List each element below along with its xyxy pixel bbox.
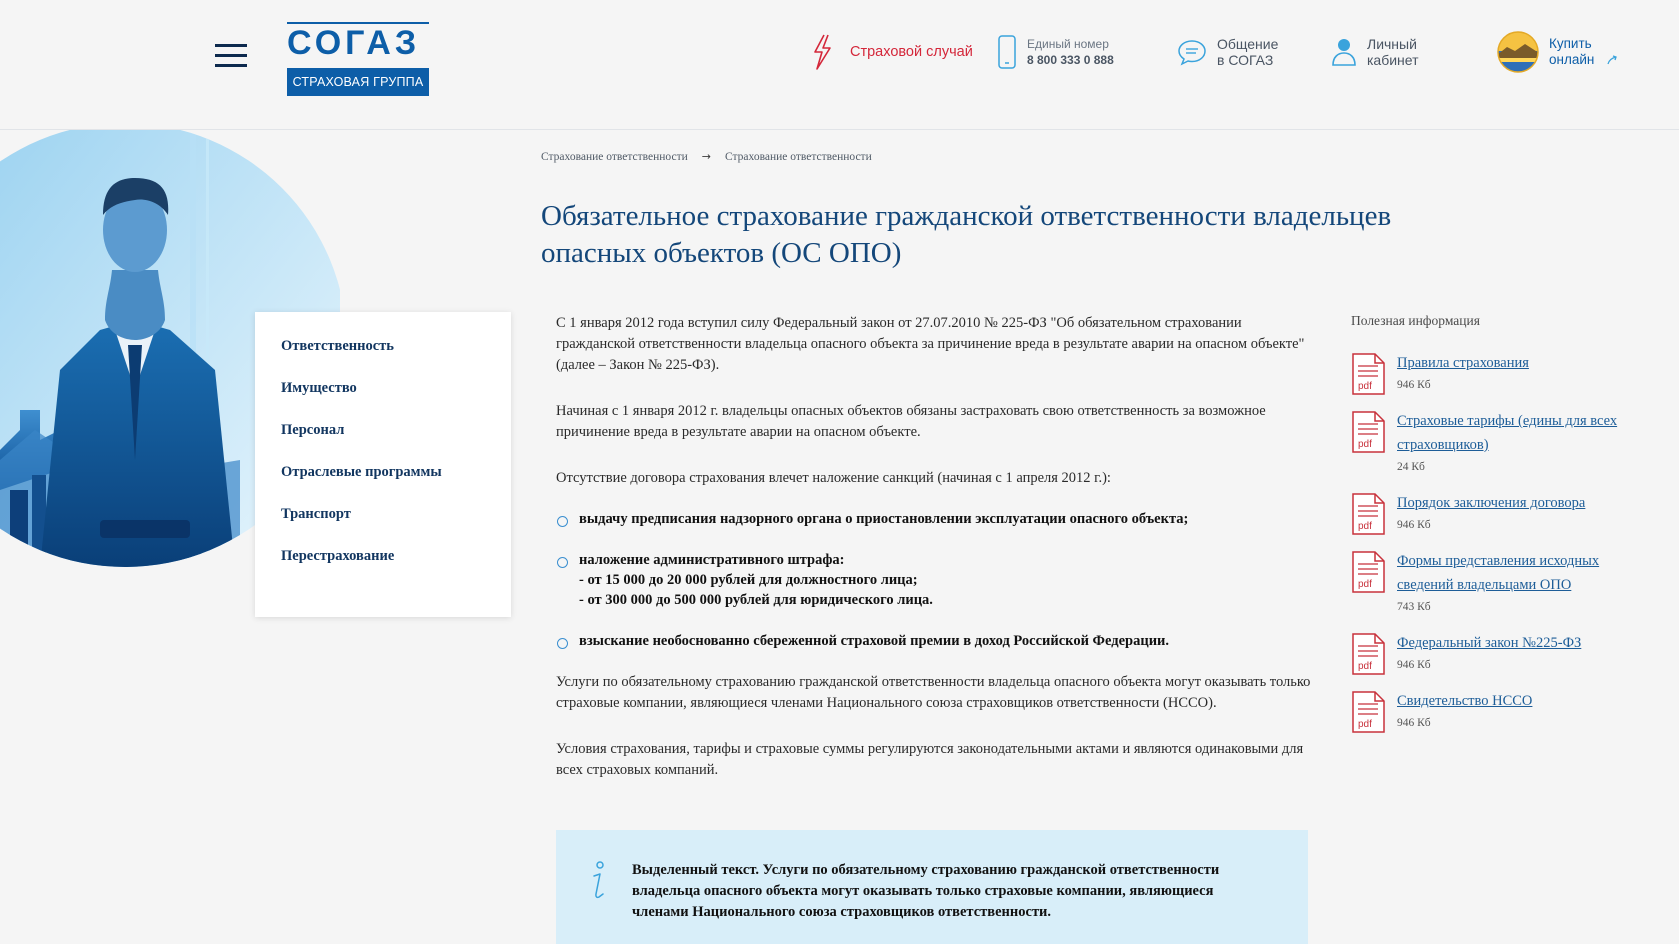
insurance-claim-link[interactable]: Страховой случай: [812, 32, 973, 72]
document-link[interactable]: Правила страхования: [1397, 351, 1641, 375]
buy-line2: онлайн: [1549, 52, 1595, 67]
breadcrumb-arrow-icon: →: [701, 150, 711, 163]
document-size: 946 Кб: [1397, 379, 1431, 391]
svg-text:pdf: pdf: [1358, 381, 1372, 392]
svg-text:pdf: pdf: [1358, 521, 1372, 532]
useful-info-panel: Полезная информация pdf Правила страхован…: [1351, 313, 1641, 747]
paragraph: Начиная с 1 января 2012 г. владельцы опа…: [556, 403, 1266, 440]
chat-icon: [1178, 40, 1206, 66]
side-menu-item-transport[interactable]: Транспорт: [255, 502, 511, 544]
main-content: С 1 января 2012 года вступил силу Федера…: [556, 313, 1316, 806]
paragraph: С 1 января 2012 года вступил силу Федера…: [556, 315, 1305, 373]
claim-label: Страховой случай: [850, 44, 973, 60]
personal-cabinet-link[interactable]: Личный кабинет: [1331, 32, 1419, 72]
phone-number: 8 800 333 0 888: [1027, 52, 1114, 67]
highlight-box: Выделенный текст. Услуги по обязательном…: [556, 830, 1308, 944]
useful-info-heading: Полезная информация: [1351, 313, 1480, 328]
side-menu-item-industry-programs[interactable]: Отраслевые программы: [255, 460, 511, 502]
svg-text:pdf: pdf: [1358, 719, 1372, 730]
document-link[interactable]: Свидетельство НССО: [1397, 689, 1641, 713]
sogaz-logo[interactable]: СОГАЗ СТРАХОВАЯ ГРУППА: [287, 22, 439, 96]
paragraph: Услуги по обязательному страхованию граж…: [556, 674, 1311, 711]
menu-icon[interactable]: [215, 44, 247, 68]
document-item: pdf Свидетельство НССО 946 Кб: [1351, 689, 1641, 733]
chat-line1: Общение: [1217, 36, 1279, 52]
side-menu-item-liability[interactable]: Ответственность: [255, 334, 511, 376]
svg-text:pdf: pdf: [1358, 661, 1372, 672]
document-link[interactable]: Федеральный закон №225-ФЗ: [1397, 631, 1641, 655]
document-item: pdf Правила страхования 946 Кб: [1351, 351, 1641, 395]
paragraph: Условия страхования, тарифы и страховые …: [556, 741, 1304, 778]
document-size: 743 Кб: [1397, 601, 1431, 613]
document-size: 24 Кб: [1397, 461, 1425, 473]
list-item: взыскание необоснованно сбереженной стра…: [556, 631, 1316, 651]
document-size: 946 Кб: [1397, 717, 1431, 729]
side-menu-item-property[interactable]: Имущество: [255, 376, 511, 418]
list-item: выдачу предписания надзорного органа о п…: [556, 509, 1316, 529]
lightning-icon: [814, 34, 831, 70]
chat-line2: в СОГАЗ: [1217, 52, 1274, 68]
document-size: 946 Кб: [1397, 519, 1431, 531]
buy-line1: Купить: [1549, 36, 1592, 51]
phone-caption: Единый номер: [1027, 36, 1109, 51]
svg-text:pdf: pdf: [1358, 579, 1372, 590]
document-item: pdf Формы представления исходных сведений…: [1351, 549, 1641, 613]
cabinet-line2: кабинет: [1367, 52, 1419, 68]
pdf-file-icon: pdf: [1352, 493, 1385, 535]
document-size: 946 Кб: [1397, 659, 1431, 671]
breadcrumb: Страхование ответственности → Страховани…: [541, 150, 872, 163]
document-link[interactable]: Страховые тарифы (едины для всех страхов…: [1397, 409, 1641, 457]
logo-subtitle: СТРАХОВАЯ ГРУППА: [287, 68, 429, 96]
side-menu: Ответственность Имущество Персонал Отрас…: [255, 312, 511, 617]
buy-online-link[interactable]: Купить онлайн: [1497, 30, 1618, 74]
sanctions-list: выдачу предписания надзорного органа о п…: [556, 509, 1316, 651]
document-link[interactable]: Формы представления исходных сведений вл…: [1397, 549, 1641, 597]
pdf-file-icon: pdf: [1352, 353, 1385, 395]
paragraph: Отсутствие договора страхования влечет н…: [556, 470, 1111, 486]
breadcrumb-item[interactable]: Страхование ответственности: [725, 151, 872, 163]
pdf-file-icon: pdf: [1352, 633, 1385, 675]
buy-online-avatar-icon: [1497, 31, 1539, 73]
svg-text:pdf: pdf: [1358, 439, 1372, 450]
phone-icon: [998, 35, 1016, 69]
pdf-file-icon: pdf: [1352, 551, 1385, 593]
document-item: pdf Федеральный закон №225-ФЗ 946 Кб: [1351, 631, 1641, 675]
list-item: наложение административного штрафа: - от…: [556, 550, 1316, 610]
highlight-text: Выделенный текст. Услуги по обязательном…: [632, 862, 1220, 920]
pdf-file-icon: pdf: [1352, 691, 1385, 733]
document-item: pdf Страховые тарифы (едины для всех стра…: [1351, 409, 1641, 473]
user-icon: [1332, 39, 1356, 66]
pdf-file-icon: pdf: [1352, 411, 1385, 453]
breadcrumb-item[interactable]: Страхование ответственности: [541, 151, 688, 163]
side-menu-item-reinsurance[interactable]: Перестрахование: [255, 544, 511, 586]
phone-link[interactable]: Единый номер 8 800 333 0 888: [997, 32, 1114, 72]
chat-link[interactable]: Общение в СОГАЗ: [1177, 32, 1278, 72]
cabinet-line1: Личный: [1367, 36, 1417, 52]
page-title: Обязательное страхование гражданской отв…: [541, 200, 1392, 269]
list-subitem: - от 15 000 до 20 000 рублей для должнос…: [579, 572, 918, 588]
side-menu-item-personnel[interactable]: Персонал: [255, 418, 511, 460]
logo-text: СОГАЗ: [287, 22, 439, 62]
site-header: СОГАЗ СТРАХОВАЯ ГРУППА Страховой случай …: [0, 0, 1679, 130]
document-item: pdf Порядок заключения договора 946 Кб: [1351, 491, 1641, 535]
list-subitem: - от 300 000 до 500 000 рублей для юриди…: [579, 592, 933, 608]
info-icon: [593, 861, 604, 899]
external-arrow-icon: [1607, 55, 1618, 65]
document-link[interactable]: Порядок заключения договора: [1397, 491, 1641, 515]
